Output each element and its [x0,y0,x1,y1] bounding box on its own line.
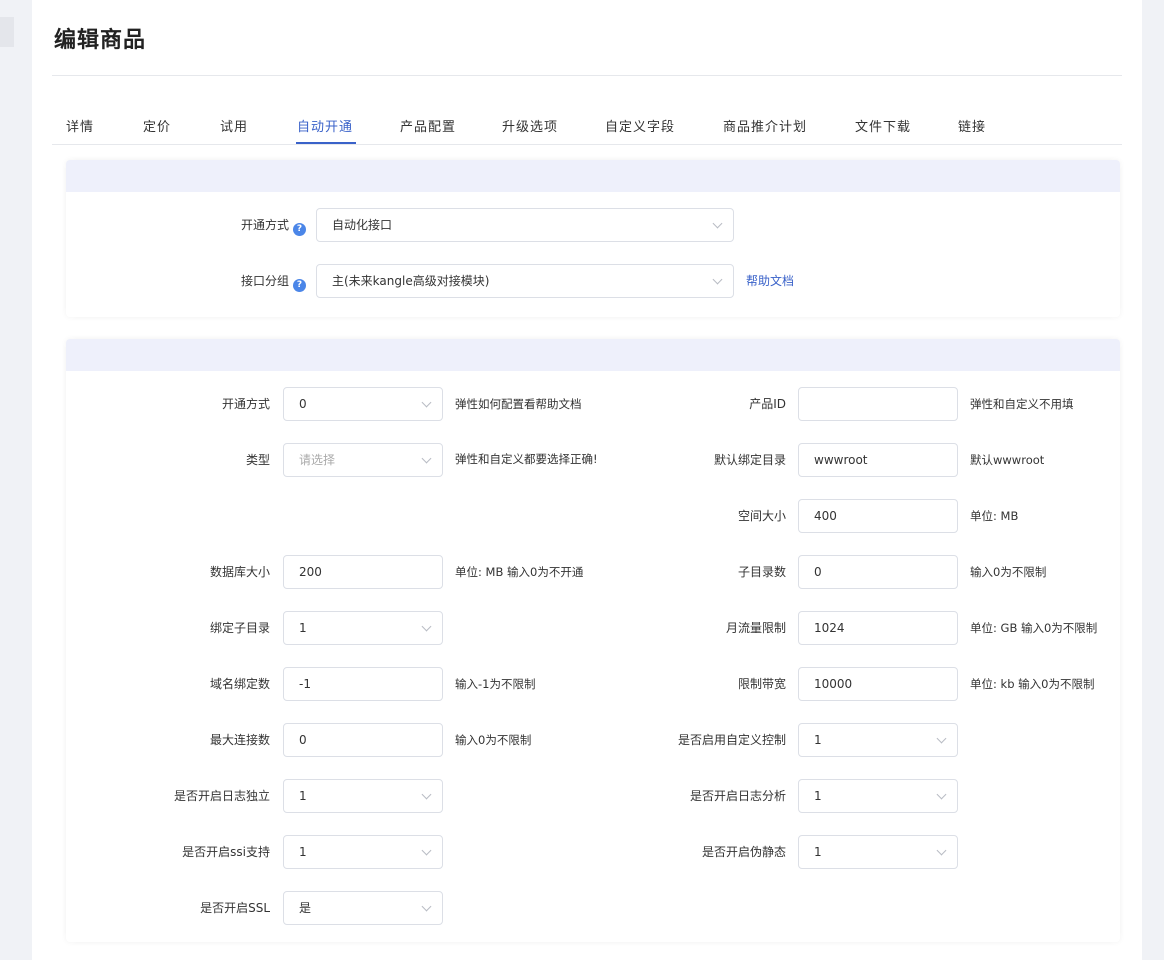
active-tab-indicator [296,142,356,144]
ssl-label: 是否开启SSL [200,901,270,915]
subdir-count-input[interactable]: 0 [798,555,958,589]
bandwidth-input[interactable]: 10000 [798,667,958,701]
chevron-down-icon [421,621,432,632]
max-conn-label: 最大连接数 [209,733,270,747]
ssl-select[interactable]: 是 [283,891,443,925]
space-hint: 单位: MB [970,509,1019,523]
product-id-input[interactable] [798,387,958,421]
open-mode-select[interactable]: 自动化接口 [316,208,734,242]
db-size-label: 数据库大小 [209,565,270,579]
chevron-down-icon [421,789,432,800]
domain-bind-input[interactable]: -1 [283,667,443,701]
subdir-count-label: 子目录数 [737,565,786,579]
chevron-down-icon [712,218,723,229]
product-id-label: 产品ID [749,397,786,411]
space-input[interactable]: 400 [798,499,958,533]
chevron-down-icon [421,845,432,856]
tab-links[interactable]: 链接 [958,116,986,135]
help-question-icon[interactable]: ? [293,223,306,236]
page-title: 编辑商品 [54,28,147,53]
tab-affiliate-plan[interactable]: 商品推介计划 [723,116,807,135]
tab-auto-provision[interactable]: 自动开通 [297,116,353,135]
open-mode-label: 开通方式? [166,208,306,242]
title-divider [52,75,1122,76]
domain-bind-label: 域名绑定数 [209,677,270,691]
max-conn-hint: 输入0为不限制 [455,733,532,747]
subdir-count-hint: 输入0为不限制 [970,565,1047,579]
bandwidth-hint: 单位: kb 输入0为不限制 [970,677,1095,691]
section-header [66,160,1120,192]
rewrite-label: 是否开启伪静态 [701,845,786,859]
db-size-hint: 单位: MB 输入0为不开通 [455,565,584,579]
chevron-down-icon [421,397,432,408]
default-dir-label: 默认绑定目录 [713,453,786,467]
bind-subdir-label: 绑定子目录 [209,621,270,635]
chevron-down-icon [936,845,947,856]
rewrite-select[interactable]: 1 [798,835,958,869]
chevron-down-icon [421,901,432,912]
log-independent-select[interactable]: 1 [283,779,443,813]
section-header [66,339,1120,371]
module-config-section: 开通方式 0 弹性如何配置看帮助文档 类型 请选择 弹性和自定义都要选择正确! … [66,339,1120,942]
tab-bar: 详情 定价 试用 自动开通 产品配置 升级选项 自定义字段 商品推介计划 文件下… [52,104,1122,145]
traffic-hint: 单位: GB 输入0为不限制 [970,621,1098,635]
chevron-down-icon [936,733,947,744]
tab-upgrade-options[interactable]: 升级选项 [502,116,558,135]
bandwidth-label: 限制带宽 [737,677,786,691]
open-mode-label: 开通方式 [221,397,270,411]
tab-custom-fields[interactable]: 自定义字段 [605,116,675,135]
db-size-input[interactable]: 200 [283,555,443,589]
tab-file-downloads[interactable]: 文件下载 [855,116,911,135]
bind-subdir-select[interactable]: 1 [283,611,443,645]
chevron-down-icon [712,274,723,285]
tab-details[interactable]: 详情 [66,116,94,135]
space-label: 空间大小 [737,509,786,523]
log-independent-label: 是否开启日志独立 [173,789,270,803]
help-docs-link[interactable]: 帮助文档 [746,264,794,298]
interface-group-label: 接口分组? [166,264,306,298]
default-dir-hint: 默认wwwroot [970,453,1045,467]
log-analysis-label: 是否开启日志分析 [689,789,786,803]
custom-control-select[interactable]: 1 [798,723,958,757]
ssi-label: 是否开启ssi支持 [182,845,270,859]
domain-bind-hint: 输入-1为不限制 [455,677,536,691]
traffic-label: 月流量限制 [725,621,786,635]
product-id-hint: 弹性和自定义不用填 [970,397,1074,411]
chevron-down-icon [936,789,947,800]
ssi-select[interactable]: 1 [283,835,443,869]
log-analysis-select[interactable]: 1 [798,779,958,813]
traffic-input[interactable]: 1024 [798,611,958,645]
custom-control-label: 是否启用自定义控制 [677,733,786,747]
interface-section: 开通方式? 自动化接口 接口分组? 主(未来kangle高级对接模块) 帮助文档 [66,160,1120,317]
interface-group-select[interactable]: 主(未来kangle高级对接模块) [316,264,734,298]
tab-trial[interactable]: 试用 [220,116,248,135]
max-conn-input[interactable]: 0 [283,723,443,757]
open-mode-select[interactable]: 0 [283,387,443,421]
default-dir-input[interactable]: wwwroot [798,443,958,477]
sidebar-edge [0,17,14,47]
help-question-icon[interactable]: ? [293,279,306,292]
type-label: 类型 [245,453,270,467]
open-mode-hint: 弹性如何配置看帮助文档 [455,397,582,411]
type-select[interactable]: 请选择 [283,443,443,477]
tab-pricing[interactable]: 定价 [143,116,171,135]
chevron-down-icon [421,453,432,464]
main-panel: 编辑商品 详情 定价 试用 自动开通 产品配置 升级选项 自定义字段 商品推介计… [32,0,1142,960]
type-hint: 弹性和自定义都要选择正确! [455,452,598,466]
tab-product-config[interactable]: 产品配置 [400,116,456,135]
